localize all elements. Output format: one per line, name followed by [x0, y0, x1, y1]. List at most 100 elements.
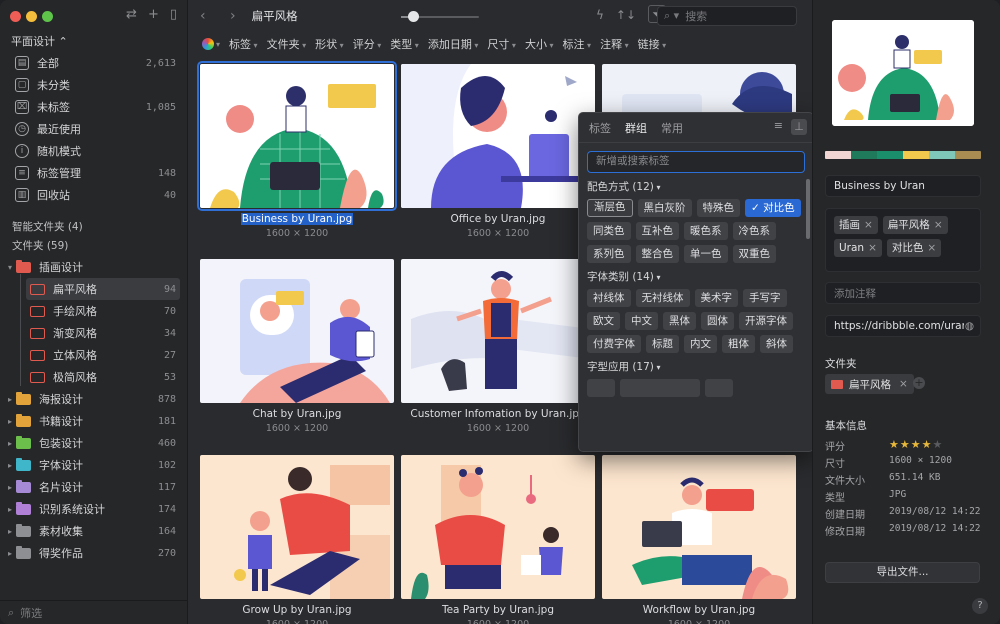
collapsed-chevron-icon[interactable]: ▸: [4, 527, 16, 536]
folder-item[interactable]: ▸ 名片设计 117: [0, 476, 188, 498]
sidebar-toggle-icon[interactable]: ▯: [170, 7, 177, 22]
color-filter-icon[interactable]: [202, 38, 214, 50]
collapsed-chevron-icon[interactable]: ▸: [4, 395, 16, 404]
collapsed-chevron-icon[interactable]: ▸: [4, 505, 16, 514]
tag-group-title[interactable]: 字体类别 (14): [579, 269, 813, 284]
popup-tab[interactable]: 常用: [661, 120, 683, 136]
tag-group-title[interactable]: 字型应用 (17): [579, 359, 813, 374]
palette-swatch[interactable]: [955, 151, 981, 159]
remove-tag-icon[interactable]: ×: [934, 219, 943, 231]
filter-7[interactable]: 大小: [525, 36, 554, 52]
folder-item[interactable]: 手绘风格 70: [0, 300, 188, 322]
image-card[interactable]: Office by Uran.jpg 1600 × 1200: [401, 64, 595, 239]
tag-chip[interactable]: 圆体: [701, 312, 734, 330]
tag-chip[interactable]: 冷色系: [732, 222, 776, 240]
pin-icon[interactable]: ⊥: [791, 119, 807, 135]
collapsed-chevron-icon[interactable]: ▸: [4, 417, 16, 426]
image-thumbnail[interactable]: [200, 455, 394, 599]
folder-item[interactable]: ▸ 字体设计 102: [0, 454, 188, 476]
palette-swatch[interactable]: [825, 151, 851, 159]
help-button[interactable]: ?: [972, 598, 988, 614]
star-icon[interactable]: ★: [911, 438, 922, 451]
tag-pill[interactable]: Uran ×: [834, 239, 882, 257]
filter-1[interactable]: 文件夹: [267, 36, 307, 52]
tag-chip[interactable]: 单一色: [684, 245, 728, 263]
filter-10[interactable]: 链接: [638, 36, 667, 52]
close-window-button[interactable]: [10, 11, 21, 22]
folders-header[interactable]: 文件夹 (59): [12, 238, 68, 253]
folder-item[interactable]: ▸ 书籍设计 181: [0, 410, 188, 432]
zoom-slider[interactable]: [401, 11, 479, 22]
collapsed-chevron-icon[interactable]: ▸: [4, 483, 16, 492]
folder-item[interactable]: 立体风格 27: [0, 344, 188, 366]
folder-item[interactable]: ▸ 素材收集 164: [0, 520, 188, 542]
folder-item[interactable]: 极简风格 53: [0, 366, 188, 388]
star-icon[interactable]: ★: [889, 438, 900, 451]
tag-chip[interactable]: 黑体: [663, 312, 696, 330]
folder-tag[interactable]: 扁平风格 ×: [825, 374, 914, 394]
sort-lines-icon[interactable]: ≡: [774, 119, 783, 135]
image-thumbnail[interactable]: [602, 455, 796, 599]
minimize-window-button[interactable]: [26, 11, 37, 22]
folder-item[interactable]: ▸ 海报设计 878: [0, 388, 188, 410]
filter-3[interactable]: 评分: [353, 36, 382, 52]
tag-group-title[interactable]: 配色方式 (12): [579, 179, 813, 194]
nav-arrows[interactable]: ‹ ›: [200, 8, 246, 24]
url-text[interactable]: https://dribbble.com/uranc: [834, 320, 964, 332]
star-icon[interactable]: ★: [922, 438, 933, 451]
globe-icon[interactable]: ◍: [965, 320, 974, 332]
tag-chip[interactable]: ✓ 对比色: [745, 199, 801, 217]
filter-9[interactable]: 注释: [600, 36, 629, 52]
popup-tab[interactable]: 标签: [589, 120, 611, 136]
expanded-chevron-icon[interactable]: ▾: [4, 263, 16, 272]
tag-chip[interactable]: 暖色系: [684, 222, 728, 240]
tag-chip[interactable]: 美术字: [694, 289, 738, 307]
image-thumbnail[interactable]: [197, 61, 397, 211]
sync-icon[interactable]: ⇄: [126, 7, 137, 22]
image-thumbnail[interactable]: [401, 259, 595, 403]
filter-2[interactable]: 形状: [315, 36, 344, 52]
remove-tag-icon[interactable]: ×: [864, 219, 873, 231]
color-filter-chevron[interactable]: ▾: [216, 40, 220, 49]
tag-chip[interactable]: 特殊色: [696, 199, 740, 217]
image-thumbnail[interactable]: [401, 455, 595, 599]
tag-chip[interactable]: 标题: [646, 335, 679, 353]
filter-6[interactable]: 尺寸: [487, 36, 516, 52]
tag-chip-partial[interactable]: [620, 379, 700, 397]
tag-chip[interactable]: 手写字: [743, 289, 787, 307]
lightning-icon[interactable]: ϟ: [596, 8, 604, 23]
tag-chip[interactable]: 渐层色: [587, 199, 633, 217]
sidebar-item[interactable]: ⌧ 未标签 1,085: [0, 96, 188, 118]
star-icon[interactable]: ★: [900, 438, 911, 451]
sidebar-item[interactable]: ≡ 标签管理 148: [0, 162, 188, 184]
tag-chip[interactable]: 双重色: [732, 245, 776, 263]
tag-chip[interactable]: 衬线体: [587, 289, 631, 307]
filter-0[interactable]: 标签: [229, 36, 258, 52]
image-card[interactable]: Customer Infomation by Uran.jpg 1600 × 12…: [401, 259, 595, 434]
zoom-slider-knob[interactable]: [407, 11, 419, 22]
folder-item[interactable]: ▸ 得奖作品 270: [0, 542, 188, 564]
add-icon[interactable]: +: [148, 7, 159, 22]
collapsed-chevron-icon[interactable]: ▸: [4, 439, 16, 448]
tag-chip[interactable]: 开源字体: [739, 312, 793, 330]
export-button[interactable]: 导出文件...: [825, 562, 980, 583]
filter-8[interactable]: 标注: [563, 36, 592, 52]
folder-item[interactable]: ▸ 识别系统设计 174: [0, 498, 188, 520]
filter-bar[interactable]: ⌕ 筛选: [0, 600, 188, 624]
folder-item[interactable]: ▸ 包装设计 460: [0, 432, 188, 454]
collapsed-chevron-icon[interactable]: ▸: [4, 549, 16, 558]
filter-input[interactable]: 筛选: [20, 605, 42, 621]
remove-tag-icon[interactable]: ×: [868, 242, 877, 254]
tag-pill[interactable]: 扁平风格 ×: [882, 216, 948, 234]
palette-swatch[interactable]: [851, 151, 877, 159]
remove-tag-icon[interactable]: ×: [927, 242, 936, 254]
annotation-field[interactable]: 添加注释: [825, 282, 981, 304]
color-palette[interactable]: [825, 151, 981, 159]
tag-pill[interactable]: 对比色 ×: [886, 239, 942, 257]
image-card[interactable]: Business by Uran.jpg 1600 × 1200: [197, 61, 397, 239]
tag-chip[interactable]: 同类色: [587, 222, 631, 240]
tag-chip[interactable]: 中文: [625, 312, 658, 330]
image-card[interactable]: Chat by Uran.jpg 1600 × 1200: [200, 259, 394, 434]
tag-chip[interactable]: 斜体: [760, 335, 793, 353]
image-card[interactable]: Workflow by Uran.jpg 1600 × 1200: [602, 455, 796, 624]
